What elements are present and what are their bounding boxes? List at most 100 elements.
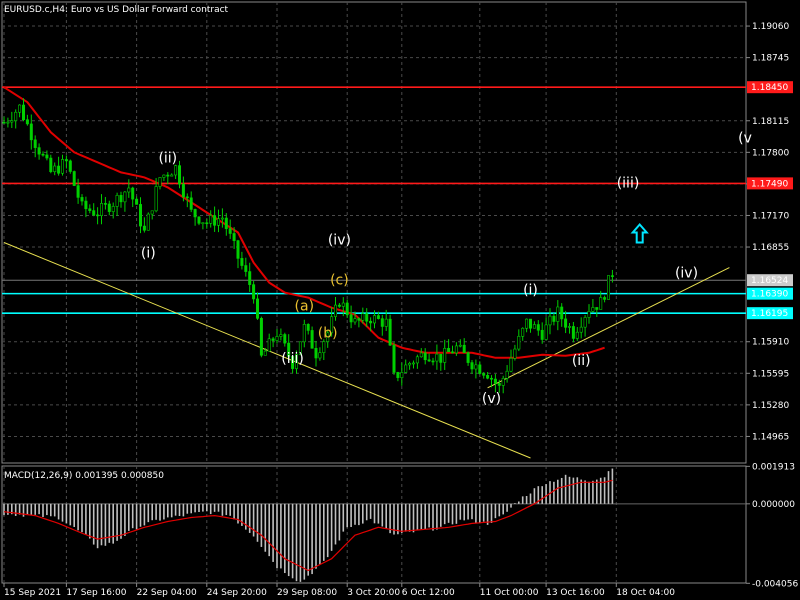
candle-body [259,318,263,356]
candle-body [96,214,100,217]
candle-body [205,222,209,225]
wave-label: (b) [318,326,338,342]
candle-body [2,121,6,124]
candle-body [103,203,107,205]
candle-body [579,326,583,333]
candle-body [170,174,174,177]
candle-body [6,121,10,124]
candle-body [318,352,322,359]
candle-body [599,297,603,310]
x-tick-label: 29 Sep 08:00 [277,588,337,598]
candle-body [33,139,37,148]
candle-body [45,154,49,159]
candle-body [248,271,252,285]
candle-body [220,217,224,220]
wave-label: (a) [295,299,315,315]
candle-body [131,187,135,200]
candle-body [525,318,529,329]
wave-label: (i) [141,246,156,262]
candle-body [201,222,205,225]
candle-body [396,372,400,378]
wave-label: (v [738,130,752,146]
candle-body [606,275,610,300]
wave-label: (iii) [617,175,640,191]
candle-body [185,196,189,199]
x-tick-label: 13 Oct 16:00 [546,588,605,598]
candle-body [252,284,256,300]
candle-body [263,350,267,356]
candle-body [174,165,178,176]
candle-body [57,165,61,174]
candle-body [470,362,474,370]
candle-body [232,233,236,241]
candle-body [361,313,365,321]
candle-body [92,210,96,216]
y-tick-label: 1.18115 [752,117,789,127]
chart-title: EURUSD.c,H4: Euro vs US Dollar Forward c… [4,5,229,15]
candle-body [447,348,451,353]
candle-body [228,228,232,234]
candle-body [275,336,279,341]
wave-label: (v) [482,391,501,407]
wave-label: (i) [523,283,538,299]
support-price-label: 1.16195 [751,309,788,319]
candle-body [37,147,41,155]
candle-body [76,185,80,198]
candle-body [376,315,380,319]
x-tick-label: 6 Oct 12:00 [402,588,455,598]
candle-body [501,378,505,386]
candle-body [72,171,76,186]
candle-body [341,302,345,307]
candle-body [244,265,248,272]
candle-body [29,123,33,141]
candle-body [162,174,166,178]
candle-body [587,311,591,318]
candle-body [583,317,587,328]
macd-tick-label: 0.000000 [752,500,795,510]
candle-body [505,370,509,379]
candle-body [404,364,408,373]
candle-body [240,258,244,266]
x-tick-label: 3 Oct 20:00 [347,588,400,598]
y-tick-label: 1.18745 [752,54,789,64]
candle-body [536,324,540,331]
candle-body [462,344,466,354]
candle-body [314,347,318,359]
candle-body [267,338,271,352]
x-tick-label: 15 Sep 2021 [4,588,61,598]
current-price-label: 1.16524 [751,276,788,286]
candle-body [333,304,337,317]
candle-body [400,372,404,378]
candle-body [139,204,143,227]
y-tick-label: 1.19060 [752,22,789,32]
candle-body [283,334,287,344]
wave-label: (iii) [281,351,304,367]
macd-label: MACD(12,26,9) 0.001395 0.000850 [4,471,164,481]
price-chart[interactable]: (ii) (i) (iv) (c) (a)(b) (iii) (v) (i) (ii) (iii)… [0,0,800,600]
candle-body [408,363,412,366]
candle-body [189,197,193,210]
x-tick-label: 18 Oct 04:00 [616,588,675,598]
candle-body [595,307,599,310]
candle-body [419,352,423,358]
candle-body [322,341,326,353]
candle-body [80,197,84,202]
candle-body [146,213,150,231]
candle-body [119,195,123,203]
candle-body [306,324,310,331]
candle-body [450,351,454,354]
candle-body [482,373,486,376]
candle-body [14,111,18,121]
candle-body [345,302,349,316]
candle-body [497,383,501,386]
candle-body [142,225,146,231]
candle-body [517,336,521,350]
candle-body [123,191,127,203]
wave-label: (ii) [158,150,177,166]
candle-body [591,307,595,312]
candle-body [150,210,154,215]
x-tick-label: 17 Sep 16:00 [66,588,126,598]
candle-body [392,344,396,373]
candle-body [154,186,158,212]
candle-body [571,326,575,339]
